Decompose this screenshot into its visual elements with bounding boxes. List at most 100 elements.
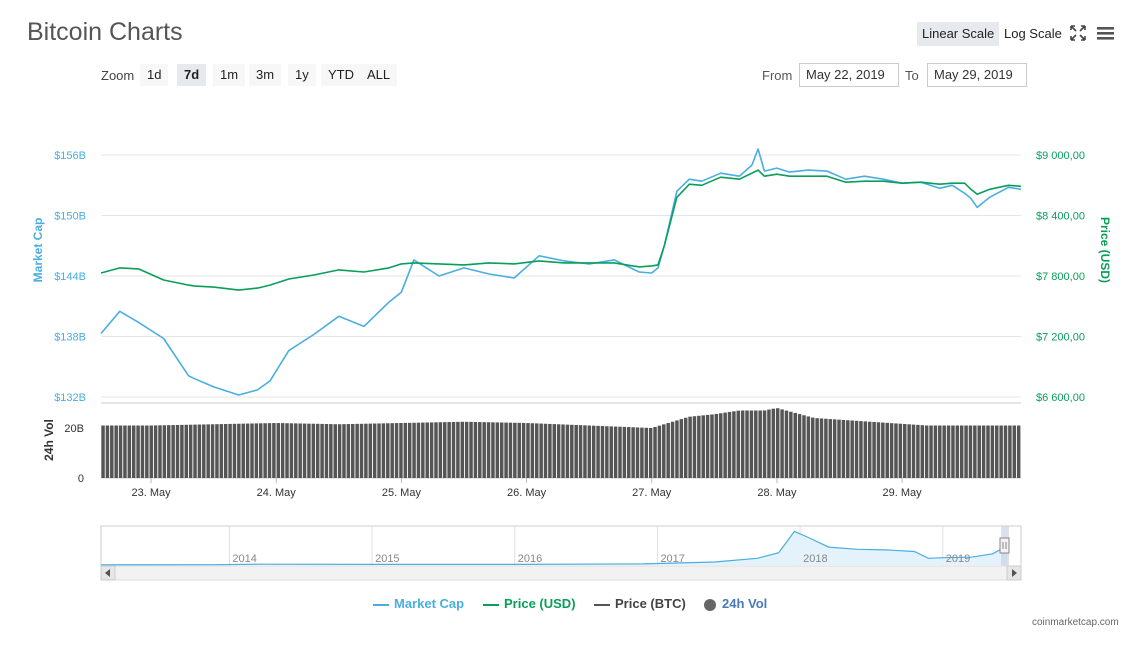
navigator-handle[interactable] <box>999 537 1010 554</box>
volume-bar <box>556 424 561 478</box>
legend-volume-label: 24h Vol <box>722 596 768 611</box>
legend-volume[interactable]: 24h Vol <box>704 596 767 611</box>
left-tick-label: $138B <box>54 332 86 344</box>
legend-market-cap-label: Market Cap <box>394 596 465 611</box>
volume-bar <box>153 425 158 478</box>
left-axis-title: Market Cap <box>31 218 45 283</box>
legend-price-btc-label: Price (BTC) <box>615 596 686 611</box>
volume-bar <box>158 425 162 478</box>
volume-bar <box>504 422 508 478</box>
legend-price-usd[interactable]: Price (USD) <box>483 596 576 611</box>
volume-bar <box>911 424 916 478</box>
volume-bar <box>451 421 456 478</box>
volume-bar <box>285 423 289 478</box>
left-tick-label: $150B <box>54 211 86 223</box>
volume-axis-ticks: 20B 0 <box>64 423 84 485</box>
volume-bar <box>867 421 872 478</box>
volume-bar <box>482 422 486 478</box>
volume-bar <box>171 425 175 478</box>
volume-bar <box>145 425 149 478</box>
volume-bar <box>438 422 443 478</box>
volume-bar <box>780 409 784 478</box>
volume-bar <box>456 421 460 478</box>
volume-bar <box>250 423 254 478</box>
navigator-year-label: 2016 <box>518 553 542 565</box>
series-lines <box>100 148 1022 396</box>
volume-bar <box>193 424 197 478</box>
volume-bar <box>136 425 140 478</box>
volume-bar <box>403 422 408 478</box>
volume-bar <box>811 417 815 478</box>
volume-bar <box>977 425 981 478</box>
volume-bar <box>298 423 302 478</box>
volume-bar <box>854 420 859 478</box>
volume-bar <box>924 425 929 478</box>
left-tick-label: $156B <box>54 150 86 162</box>
volume-bar <box>521 422 526 478</box>
volume-bar <box>272 423 276 478</box>
volume-bar <box>175 424 180 478</box>
volume-bar <box>894 423 898 478</box>
bitcoin-chart: Market Cap Price (USD) 24h Vol $156B $150… <box>31 148 1112 581</box>
navigator-scrollbar-track[interactable] <box>100 565 1022 581</box>
volume-bar <box>973 425 977 478</box>
volume-bar <box>727 411 732 478</box>
volume-bar <box>372 423 377 478</box>
volume-bar <box>824 418 828 478</box>
volume-bar <box>543 423 548 478</box>
volume-bar <box>955 425 960 478</box>
x-tick-label: 27. May <box>632 487 672 499</box>
navigator-year-label: 2018 <box>803 553 827 565</box>
volume-bar <box>486 422 491 478</box>
volume-bar <box>881 422 885 478</box>
volume-bar <box>526 423 530 478</box>
volume-bar <box>105 425 110 478</box>
volume-bar <box>653 426 657 478</box>
volume-bar <box>188 424 193 478</box>
volume-bar <box>990 425 995 478</box>
volume-bar <box>245 423 250 478</box>
volume-bar <box>416 422 421 478</box>
volume-bar <box>618 426 622 478</box>
volume-bar <box>202 424 206 478</box>
left-tick-label: $144B <box>54 271 86 283</box>
volume-bar <box>425 422 429 478</box>
volume-bar <box>701 415 705 478</box>
volume-bar <box>399 423 403 478</box>
volume-bar <box>784 410 789 478</box>
volume-bar <box>929 425 933 478</box>
volume-bar <box>359 423 364 478</box>
volume-bar <box>850 420 854 478</box>
volume-bar <box>206 424 210 478</box>
volume-bar <box>346 424 351 478</box>
volume-bar <box>666 423 670 478</box>
volume-bar <box>294 423 298 478</box>
volume-bar <box>565 424 570 478</box>
navigator[interactable]: 2014 2015 2016 2017 2018 2019 <box>100 525 1022 581</box>
volume-bar <box>407 422 412 478</box>
volume-bar <box>723 412 727 478</box>
volume-bar <box>394 423 399 478</box>
volume-bar <box>920 425 925 478</box>
volume-bar <box>386 423 390 478</box>
volume-bar <box>517 422 521 478</box>
volume-bar <box>819 418 824 478</box>
volume-bar <box>276 423 281 478</box>
volume-bar <box>333 424 337 478</box>
right-tick-label: $7 200,00 <box>1036 332 1085 344</box>
volume-bar <box>548 423 552 478</box>
volume-bar <box>1012 425 1017 478</box>
volume-bar <box>302 423 307 478</box>
volume-bar <box>986 425 990 478</box>
legend-price-btc[interactable]: Price (BTC) <box>594 596 686 611</box>
x-tick-label: 25. May <box>382 487 422 499</box>
volume-bar <box>933 425 938 478</box>
volume-bar <box>443 422 447 478</box>
volume-bar <box>447 422 451 478</box>
x-tick-label: 24. May <box>257 487 297 499</box>
navigator-year-label: 2019 <box>946 553 970 565</box>
legend-dot-icon <box>704 598 716 611</box>
legend-market-cap[interactable]: Market Cap <box>373 596 464 611</box>
volume-bar <box>806 416 811 478</box>
volume-bar <box>131 425 136 478</box>
